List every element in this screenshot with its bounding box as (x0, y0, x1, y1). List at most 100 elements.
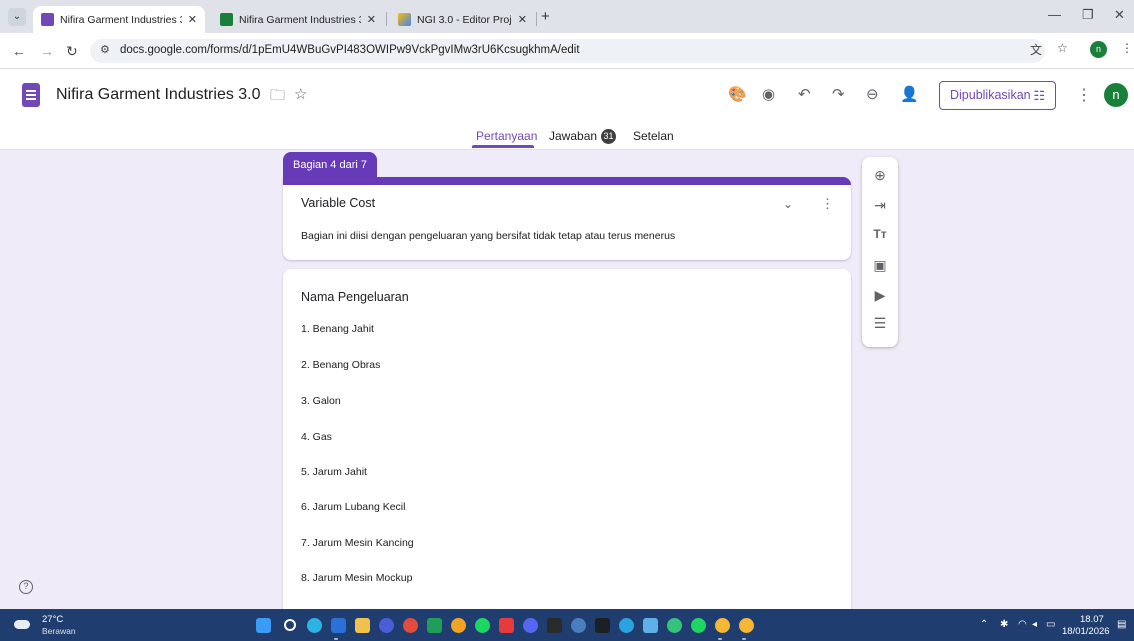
tab-responses[interactable]: Jawaban 31 (549, 129, 617, 144)
weather-condition[interactable]: Berawan (42, 626, 76, 636)
omnibox[interactable]: ⚙ docs.google.com/forms/d/1pEmU4WBuGvPI4… (90, 39, 1045, 63)
account-avatar[interactable]: n (1104, 83, 1128, 107)
restore-icon[interactable]: ❐ (1082, 7, 1094, 23)
move-to-folder-icon[interactable]: 🗀 (270, 85, 285, 110)
list-item: 3. Galon (301, 395, 341, 407)
import-questions-icon[interactable]: ⇥ (862, 197, 898, 214)
apps-script-favicon-icon (398, 13, 411, 26)
add-video-icon[interactable]: ▶ (862, 287, 898, 304)
form-title[interactable]: Nifira Garment Industries 3.0 (56, 86, 261, 104)
star-icon[interactable]: ☆ (294, 85, 307, 103)
reload-icon[interactable]: ↻ (66, 43, 78, 60)
notifications-icon[interactable]: ▤ (1117, 619, 1126, 630)
browser-profile-avatar[interactable]: n (1090, 41, 1107, 58)
more-options-icon[interactable]: ⋮ (1076, 85, 1092, 105)
redo-icon[interactable]: ↷ (832, 85, 845, 103)
url-text[interactable]: docs.google.com/forms/d/1pEmU4WBuGvPI483… (120, 44, 580, 56)
running-indicator (742, 638, 746, 640)
clock-date[interactable]: 18/01/2026 (1062, 626, 1110, 637)
forward-icon[interactable]: → (40, 43, 54, 59)
powerpoint-icon[interactable] (403, 618, 418, 633)
bookmark-star-icon[interactable]: ☆ (1057, 41, 1068, 55)
section-tag: Bagian 4 dari 7 (283, 152, 377, 178)
tab-settings[interactable]: Setelan (633, 129, 674, 143)
battery-icon[interactable]: ▭ (1046, 619, 1055, 630)
preview-eye-icon[interactable]: ◉ (762, 85, 775, 103)
close-window-icon[interactable]: ✕ (1114, 7, 1125, 23)
browser-menu-icon[interactable]: ⋮ (1121, 41, 1133, 55)
minimize-icon[interactable]: — (1048, 7, 1061, 22)
weather-temperature[interactable]: 27°C (42, 614, 63, 625)
close-tab-icon[interactable]: ✕ (367, 13, 376, 26)
new-tab-button[interactable]: + (541, 8, 550, 25)
section-description[interactable]: Bagian ini diisi dengan pengeluaran yang… (301, 230, 675, 242)
epic-games-icon[interactable] (547, 618, 562, 633)
list-item: 7. Jarum Mesin Kancing (301, 537, 414, 549)
app-icon[interactable] (667, 618, 682, 633)
section-header-card[interactable]: Variable Cost ⌄ ⋮ Bagian ini diisi denga… (283, 177, 851, 260)
app-icon[interactable] (595, 618, 610, 633)
chrome-icon[interactable] (715, 618, 730, 633)
translate-icon[interactable]: 文 (1030, 41, 1042, 58)
browser-tab-1[interactable]: Nifira Garment Industries 3.0 - ✕ (33, 6, 205, 33)
close-tab-icon[interactable]: ✕ (518, 13, 527, 26)
add-question-icon[interactable]: ⊕ (862, 167, 898, 184)
google-sheets-favicon-icon (220, 13, 233, 26)
app-icon[interactable] (499, 618, 514, 633)
running-indicator (718, 638, 722, 640)
volume-icon[interactable]: ◂ (1032, 619, 1037, 630)
browser-tab-strip: ⌄ Nifira Garment Industries 3.0 - ✕ Nifi… (0, 0, 1134, 33)
collapse-section-icon[interactable]: ⌄ (783, 197, 793, 211)
close-tab-icon[interactable]: ✕ (188, 13, 197, 26)
browser-tab-3[interactable]: NGI 3.0 - Editor Project - Apps ✕ (390, 6, 535, 33)
word-icon[interactable] (331, 618, 346, 633)
address-bar-row: ← → ↻ ⚙ docs.google.com/forms/d/1pEmU4WB… (0, 33, 1134, 69)
tab-search-chevron-icon[interactable]: ⌄ (8, 8, 26, 26)
add-collaborator-icon[interactable]: 👤 (900, 85, 919, 103)
list-item: 6. Jarum Lubang Kecil (301, 501, 406, 513)
tab-questions[interactable]: Pertanyaan (476, 129, 537, 143)
file-explorer-icon[interactable] (355, 618, 370, 633)
windows-start-icon[interactable] (256, 618, 271, 633)
add-section-icon[interactable]: ☰ (862, 315, 898, 332)
chrome-icon[interactable] (451, 618, 466, 633)
section-title[interactable]: Variable Cost (301, 196, 375, 210)
edge-icon[interactable] (307, 618, 322, 633)
list-item: 5. Jarum Jahit (301, 466, 367, 478)
spotify-icon[interactable] (691, 618, 706, 633)
site-info-icon[interactable]: ⚙ (100, 43, 110, 56)
excel-icon[interactable] (427, 618, 442, 633)
app-icon[interactable] (643, 618, 658, 633)
tab-divider (386, 12, 387, 26)
published-button[interactable]: Dipublikasikan ☷ (939, 81, 1056, 110)
spotify-icon[interactable] (475, 618, 490, 633)
publish-settings-icon: ☷ (1033, 88, 1045, 103)
discord-icon[interactable] (523, 618, 538, 633)
show-hidden-icons-icon[interactable]: ⌃ (980, 619, 988, 630)
steam-icon[interactable] (571, 618, 586, 633)
active-tab-indicator (472, 145, 534, 148)
app-icon[interactable] (379, 618, 394, 633)
palette-icon[interactable]: 🎨 (728, 85, 747, 103)
question-card[interactable]: Nama Pengeluaran 1. Benang Jahit 2. Bena… (283, 269, 851, 609)
google-forms-favicon-icon (41, 13, 54, 26)
search-icon[interactable] (284, 619, 296, 631)
browser-tab-2[interactable]: Nifira Garment Industries 3.0 - ✕ (212, 6, 384, 33)
floating-toolbar: ⊕ ⇥ Tᴛ ▣ ▶ ☰ (862, 157, 898, 347)
undo-icon[interactable]: ↶ (798, 85, 811, 103)
clock-time[interactable]: 18.07 (1080, 614, 1104, 625)
google-forms-logo-icon[interactable] (22, 83, 40, 107)
cloud-icon[interactable] (14, 620, 30, 629)
section-more-icon[interactable]: ⋮ (821, 196, 834, 212)
tab-divider (536, 12, 537, 26)
back-icon[interactable]: ← (12, 43, 26, 59)
link-icon[interactable]: ⊖ (866, 85, 879, 103)
wifi-icon[interactable]: ◠ (1018, 619, 1027, 630)
help-icon[interactable]: ? (19, 580, 33, 594)
telegram-icon[interactable] (619, 618, 634, 633)
question-title[interactable]: Nama Pengeluaran (301, 290, 409, 304)
bluetooth-icon[interactable]: ✱ (1000, 619, 1008, 630)
add-title-icon[interactable]: Tᴛ (862, 227, 898, 241)
chrome-icon[interactable] (739, 618, 754, 633)
add-image-icon[interactable]: ▣ (862, 257, 898, 274)
